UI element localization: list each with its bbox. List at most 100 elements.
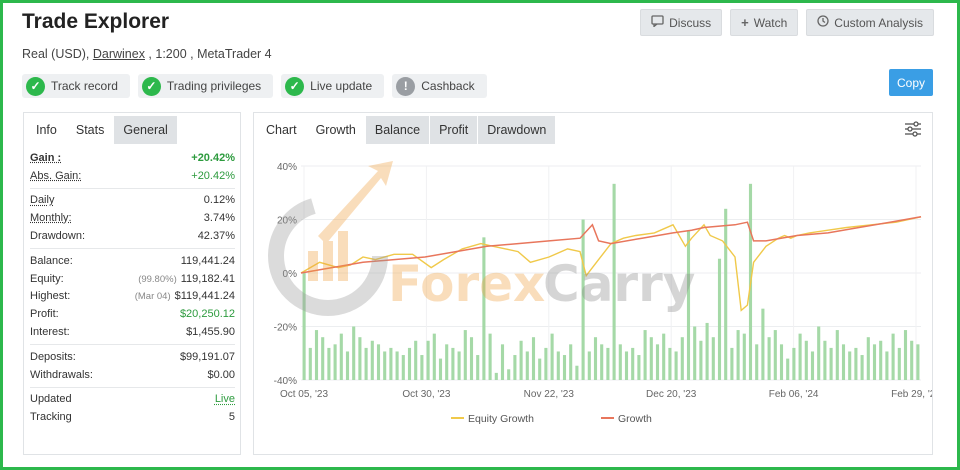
- live-link[interactable]: Live: [215, 393, 235, 405]
- copy-button[interactable]: Copy: [889, 69, 933, 96]
- bar: [717, 258, 722, 380]
- account-type: Real (USD),: [22, 47, 93, 61]
- stat-label: Equity:: [30, 272, 64, 285]
- chart-panel: Chart Growth Balance Profit Drawdown 40%…: [253, 112, 933, 455]
- bar: [550, 333, 554, 380]
- track-record-badge[interactable]: ✓ Track record: [22, 74, 130, 98]
- bar: [612, 183, 616, 380]
- bar: [804, 340, 808, 380]
- legend-label: Growth: [618, 413, 652, 425]
- bar: [507, 369, 511, 380]
- bar: [854, 347, 858, 380]
- bar: [866, 337, 870, 380]
- stat-label: Drawdown:: [30, 230, 86, 243]
- bar: [897, 347, 901, 380]
- bar: [823, 340, 827, 380]
- bar: [693, 326, 697, 380]
- bar: [469, 337, 474, 380]
- bar: [513, 355, 517, 380]
- stat-daily: Daily 0.12%: [30, 192, 235, 210]
- bar: [314, 330, 319, 380]
- tab-growth[interactable]: Growth: [307, 116, 365, 144]
- stat-label[interactable]: Monthly:: [30, 212, 72, 224]
- watch-button[interactable]: + Watch: [730, 9, 799, 36]
- stat-value: $0.00: [207, 368, 235, 381]
- bar: [649, 337, 653, 380]
- bar: [370, 340, 374, 380]
- stat-label[interactable]: Daily: [30, 194, 54, 206]
- tab-info[interactable]: Info: [27, 116, 66, 144]
- bar: [624, 351, 629, 380]
- stat-label[interactable]: Abs. Gain:: [30, 170, 81, 182]
- bar: [817, 326, 821, 380]
- bar: [916, 344, 920, 380]
- stat-label: Updated: [30, 393, 72, 406]
- tab-general[interactable]: General: [114, 116, 177, 144]
- stats-tabs: Info Stats General: [24, 113, 240, 145]
- stat-balance: Balance: 119,441.24: [30, 252, 235, 270]
- bar: [581, 219, 585, 380]
- stat-monthly: Monthly: 3.74%: [30, 209, 235, 227]
- bar: [414, 340, 418, 380]
- stat-value: 3.74%: [203, 212, 235, 225]
- stat-value-main: 119,182.41: [180, 272, 235, 285]
- trading-privileges-badge[interactable]: ✓ Trading privileges: [137, 74, 274, 98]
- bar: [593, 337, 598, 380]
- track-record-label: Track record: [51, 79, 118, 93]
- tab-chart[interactable]: Chart: [257, 116, 306, 144]
- bar: [829, 347, 833, 380]
- stats-panel: Info Stats General Gain : +20.42% Abs. G…: [23, 112, 241, 455]
- custom-analysis-button[interactable]: Custom Analysis: [806, 9, 934, 36]
- stat-sub: (Mar 04): [134, 291, 171, 303]
- bar: [389, 347, 393, 380]
- live-update-badge[interactable]: ✓ Live update: [281, 74, 385, 98]
- stat-drawdown: Drawdown: 42.37%: [30, 227, 235, 245]
- stat-sub: (99.80%): [138, 273, 177, 285]
- bar: [773, 330, 777, 380]
- bar: [767, 337, 771, 380]
- y-tick-label: 40%: [277, 162, 297, 173]
- live-update-label: Live update: [310, 79, 373, 93]
- x-tick-label: Nov 22, '23: [524, 389, 575, 400]
- check-icon: ✓: [26, 76, 45, 96]
- bar: [407, 347, 412, 380]
- bar: [655, 344, 660, 380]
- bar: [451, 347, 455, 380]
- settings-icon[interactable]: [904, 121, 922, 137]
- plus-icon: +: [741, 15, 749, 30]
- stat-label[interactable]: Gain :: [30, 152, 61, 164]
- bar: [364, 347, 368, 380]
- bar: [445, 344, 449, 380]
- bar: [401, 355, 405, 380]
- stats-list: Gain : +20.42% Abs. Gain: +20.42% Daily …: [24, 145, 240, 426]
- bar: [631, 347, 635, 380]
- cashback-badge[interactable]: ! Cashback: [392, 74, 487, 98]
- tab-balance[interactable]: Balance: [365, 116, 430, 144]
- bar: [476, 355, 480, 380]
- divider: [30, 386, 235, 388]
- bar: [482, 237, 486, 380]
- broker-link[interactable]: Darwinex: [93, 47, 145, 61]
- tab-stats[interactable]: Stats: [67, 116, 114, 144]
- y-tick-label: 0%: [283, 269, 298, 280]
- stat-equity: Equity: (99.80%) 119,182.41: [30, 270, 235, 288]
- bar: [643, 330, 647, 380]
- stat-label: Balance:: [30, 254, 73, 267]
- bar: [686, 230, 691, 380]
- x-tick-label: Oct 05, '23: [280, 389, 328, 400]
- stat-value: 5: [228, 411, 235, 424]
- y-tick-label: -20%: [274, 323, 297, 334]
- bar: [891, 333, 895, 380]
- growth-chart[interactable]: 40% 20% 0% -20% -40% Oct 05, '23 Oct 30, '23 No…: [254, 149, 932, 454]
- bar: [327, 347, 331, 380]
- discuss-button[interactable]: Discuss: [640, 9, 723, 36]
- stat-abs-gain: Abs. Gain: +20.42%: [30, 167, 235, 185]
- tab-drawdown[interactable]: Drawdown: [478, 116, 556, 144]
- stat-value: $99,191.07: [179, 350, 235, 363]
- stat-gain: Gain : +20.42%: [30, 149, 235, 167]
- bar: [742, 333, 746, 380]
- stat-profit: Profit: $20,250.12: [30, 305, 235, 323]
- tab-profit[interactable]: Profit: [430, 116, 478, 144]
- chat-icon: [651, 15, 664, 30]
- bar: [699, 340, 703, 380]
